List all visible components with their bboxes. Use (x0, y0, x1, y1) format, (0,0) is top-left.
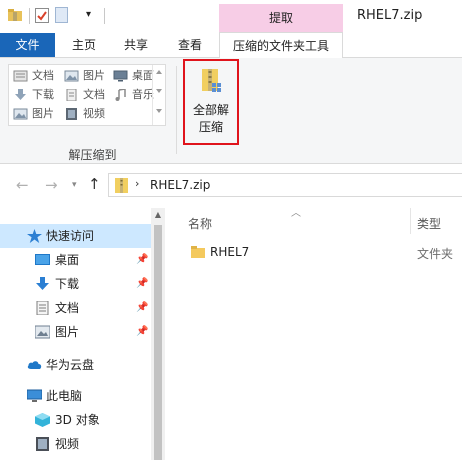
nav-label: 快速访问 (46, 229, 95, 243)
gallery-scroll[interactable] (152, 65, 165, 125)
new-folder-icon[interactable] (55, 7, 68, 23)
video-icon (66, 108, 77, 120)
documents-icon (36, 301, 49, 315)
cube-icon (35, 413, 50, 427)
extract-to-documents[interactable]: 文档 (13, 67, 61, 85)
nav-label: 华为云盘 (46, 358, 95, 372)
place-label: 视频 (83, 107, 105, 120)
nav-label: 桌面 (55, 253, 80, 267)
place-label: 图片 (32, 107, 54, 120)
desktop-icon (35, 254, 50, 265)
nav-item-huawei-cloud[interactable]: 华为云盘 (0, 353, 151, 377)
gallery-up-icon[interactable] (156, 70, 162, 74)
place-label: 音乐 (132, 88, 154, 101)
ribbon-tab-bar: 文件 主页 共享 查看 压缩的文件夹工具 (0, 32, 462, 58)
extract-to-desktop[interactable]: 桌面 (113, 67, 154, 85)
tab-share[interactable]: 共享 (112, 33, 160, 57)
up-button[interactable]: ↑ (88, 175, 101, 193)
navigation-pane: 快速访问 桌面 📌 下载 📌 文档 📌 图片 📌 华为云盘 此电脑 3D 对象 … (0, 208, 165, 460)
nav-item-3d-objects[interactable]: 3D 对象 (0, 408, 151, 432)
nav-item-videos[interactable]: 视频 (0, 432, 151, 456)
nav-item-downloads[interactable]: 下载 📌 (0, 272, 151, 296)
back-button[interactable]: ← (16, 176, 29, 194)
pin-icon[interactable]: 📌 (136, 320, 148, 344)
forward-button[interactable]: → (45, 176, 58, 194)
nav-label: 3D 对象 (55, 413, 100, 427)
extract-to-documents[interactable]: 文档 (64, 86, 112, 104)
nav-item-documents[interactable]: 文档 📌 (0, 296, 151, 320)
extract-to-downloads[interactable]: 下载 (13, 86, 61, 104)
place-label: 图片 (83, 69, 105, 82)
desktop-icon (113, 70, 128, 82)
tab-file[interactable]: 文件 (0, 33, 55, 57)
customize-toolbar-icon[interactable]: ▾ (86, 9, 91, 20)
tab-view[interactable]: 查看 (166, 33, 214, 57)
extract-all-label: 全部解 (192, 103, 229, 117)
pictures-icon (13, 108, 28, 120)
cloud-icon (27, 361, 42, 369)
column-header-name[interactable]: 名称 (188, 215, 212, 232)
pin-icon[interactable]: 📌 (136, 248, 148, 272)
music-icon (115, 89, 126, 101)
video-icon (36, 437, 49, 451)
context-tab-label: 提取 (268, 11, 293, 25)
file-name[interactable]: RHEL7 (210, 245, 249, 259)
pictures-icon (35, 325, 50, 339)
place-label: 桌面 (132, 69, 154, 82)
scroll-up-icon[interactable]: ▲ (151, 210, 165, 219)
chevron-right-icon[interactable]: › (135, 177, 139, 190)
folder-icon[interactable] (8, 9, 22, 21)
gallery-more-icon[interactable] (156, 109, 162, 113)
column-header-type[interactable]: 类型 (417, 215, 441, 232)
place-label: 下载 (32, 88, 54, 101)
nav-label: 此电脑 (46, 389, 83, 403)
nav-item-pictures[interactable]: 图片 📌 (0, 320, 151, 344)
star-icon (27, 229, 42, 243)
download-icon (15, 89, 26, 100)
window-title: RHEL7.zip (357, 8, 423, 23)
divider (176, 66, 177, 154)
recent-locations-button[interactable]: ▾ (72, 180, 77, 190)
pin-icon[interactable]: 📌 (136, 272, 148, 296)
address-bar[interactable]: › RHEL7.zip (108, 173, 462, 197)
extract-to-pictures[interactable]: 图片 (13, 105, 61, 123)
pin-icon[interactable]: 📌 (136, 296, 148, 320)
documents-icon (66, 89, 77, 101)
extract-to-pictures[interactable]: 图片 (64, 67, 112, 85)
divider (29, 8, 30, 24)
place-label: 文档 (32, 69, 54, 82)
nav-label: 视频 (55, 437, 80, 451)
nav-item-this-pc[interactable]: 此电脑 (0, 384, 151, 408)
download-icon (36, 277, 49, 290)
column-divider[interactable] (410, 208, 411, 234)
extract-to-gallery: 文档 图片 桌面 下载 文档 音乐 图片 视频 (8, 64, 166, 126)
nav-label: 下载 (55, 277, 80, 291)
properties-icon[interactable] (35, 8, 49, 23)
nav-item-desktop[interactable]: 桌面 📌 (0, 248, 151, 272)
tab-compressed-folder-tools[interactable]: 压缩的文件夹工具 (219, 32, 343, 58)
place-label: 文档 (83, 88, 105, 101)
address-path: RHEL7.zip (150, 178, 211, 192)
folder-icon (191, 246, 205, 258)
nav-label: 文档 (55, 301, 80, 315)
sort-ascending-icon: ︿ (291, 208, 301, 219)
extract-to-music[interactable]: 音乐 (113, 86, 154, 104)
ribbon-group-label: 解压缩到 (68, 148, 117, 162)
documents-icon (13, 70, 28, 82)
scrollbar-thumb[interactable] (154, 225, 162, 460)
gallery-down-icon[interactable] (156, 89, 162, 93)
file-type: 文件夹 (417, 247, 454, 261)
nav-label: 图片 (55, 325, 80, 339)
computer-icon (27, 389, 42, 402)
extract-all-label: 压缩 (198, 120, 223, 134)
zip-folder-icon (115, 178, 128, 193)
nav-item-quick-access[interactable]: 快速访问 (0, 224, 151, 248)
zip-folder-icon (202, 69, 221, 92)
tab-home[interactable]: 主页 (60, 33, 108, 57)
divider (104, 8, 105, 24)
extract-to-videos[interactable]: 视频 (64, 105, 112, 123)
pictures-icon (64, 70, 79, 82)
